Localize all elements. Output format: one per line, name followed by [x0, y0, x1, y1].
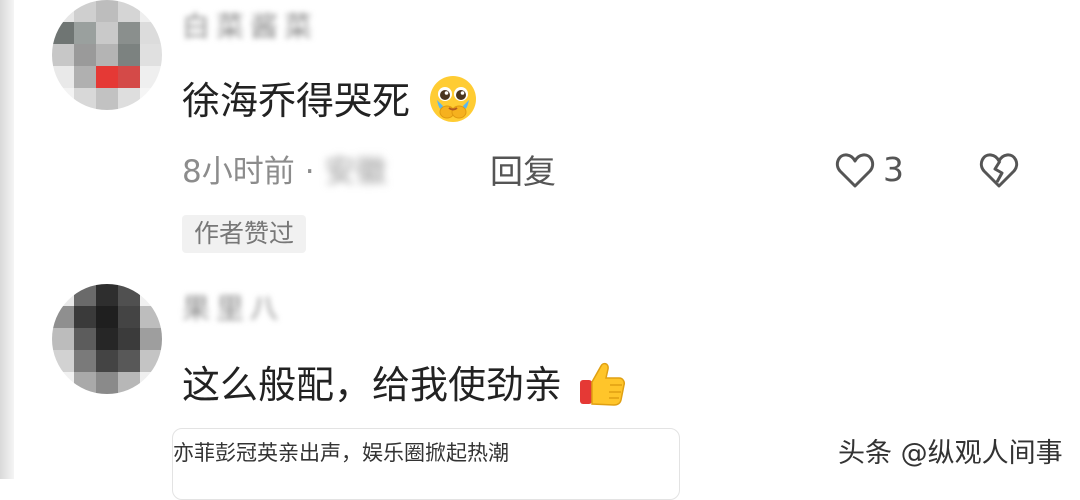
reply-button[interactable]: 回复: [490, 152, 556, 192]
meta-separator: ·: [304, 154, 315, 190]
source-watermark: 头条 @纵观人间事: [838, 438, 1063, 469]
comment-meta: 8小时前 · 安徽: [182, 152, 387, 192]
comment-text-content: 徐海乔得哭死: [182, 79, 411, 123]
comment-time: 8小时前: [182, 154, 295, 190]
thumbs-up-emoji: [580, 362, 626, 406]
pleading-face-emoji: [430, 76, 477, 122]
comment-location: 安徽: [324, 154, 387, 190]
like-button[interactable]: 3: [835, 150, 904, 189]
username[interactable]: 果里八: [182, 292, 284, 326]
like-count: 3: [883, 150, 904, 189]
avatar[interactable]: [52, 284, 162, 394]
broken-heart-icon[interactable]: [978, 150, 1020, 190]
related-news-card[interactable]: 亦菲彭冠英亲出声，娱乐圈掀起热潮: [172, 428, 680, 500]
avatar[interactable]: [52, 0, 162, 110]
comment-text-content: 这么般配，给我使劲亲: [182, 363, 563, 407]
comment-text: 这么般配，给我使劲亲: [182, 358, 626, 409]
username[interactable]: 白菜酱菜: [182, 10, 318, 44]
related-news-title: 亦菲彭冠英亲出声，娱乐圈掀起热潮: [173, 441, 509, 465]
comment-item: 白菜酱菜 徐海乔得哭死 8小时前 · 安徽 回复 3 作者赞过: [0, 0, 1080, 270]
comment-text: 徐海乔得哭死: [182, 74, 478, 125]
author-liked-badge: 作者赞过: [182, 215, 307, 253]
heart-outline-icon: [835, 152, 875, 187]
